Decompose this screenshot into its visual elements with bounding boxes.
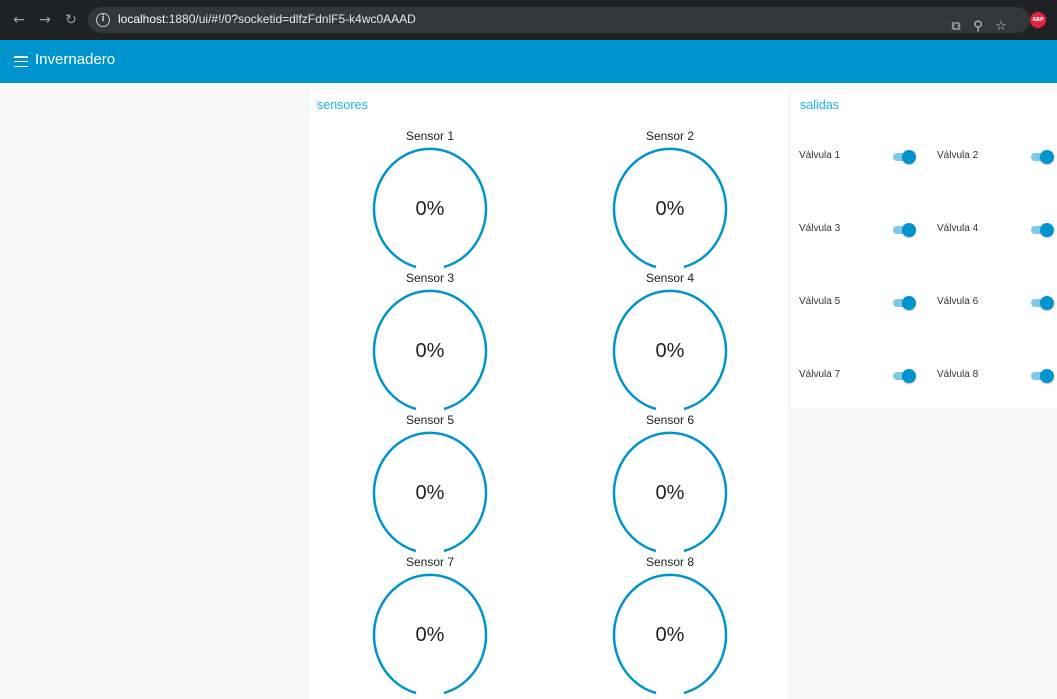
gauge-value: 0% [655,624,685,646]
gauge-value: 0% [415,198,445,220]
switch-valvula-4: Válvula 4 [937,220,1057,240]
gauge-label: Sensor 6 [645,413,695,427]
gauge-label: Sensor 1 [405,129,455,143]
salidas-group-title: salidas [800,98,839,112]
switch-label: Válvula 3 [799,223,841,234]
gauge-sensor-7: Sensor 7 0% [310,554,550,699]
site-info-icon[interactable]: i [96,13,110,27]
url-host: localhost [118,12,166,26]
gauge-label: Sensor 5 [405,413,455,427]
sensores-group-title: sensores [317,98,368,112]
toggle-switch[interactable] [1031,296,1055,310]
switch-label: Válvula 1 [799,150,841,161]
toggle-knob [902,296,916,310]
toggle-knob [1040,369,1054,383]
url-path: :1880/ui/#!/0?socketid=dlfzFdnlF5-k4wc0A… [165,12,416,26]
toggle-knob [1040,223,1054,237]
switch-label: Válvula 6 [937,296,979,307]
gauge-label: Sensor 4 [645,271,695,285]
toggle-knob [902,223,916,237]
gauge-value: 0% [415,340,445,362]
switch-label: Válvula 5 [799,296,841,307]
url-text[interactable]: localhost:1880/ui/#!/0?socketid=dlfzFdnl… [118,12,416,26]
gauge-sensor-3: Sensor 3 0% [310,270,550,415]
gauge-value: 0% [655,482,685,504]
hamburger-menu-icon[interactable] [14,56,28,68]
gauge-sensor-4: Sensor 4 0% [550,270,790,415]
salidas-group: salidas Válvula 1 Válvula 2 Válvula 3 Válvu… [791,90,1057,409]
toggle-switch[interactable] [893,296,917,310]
switch-valvula-8: Válvula 8 [937,366,1057,386]
switch-label: Válvula 7 [799,369,841,380]
adblock-extension-icon[interactable]: ABP [1030,12,1046,28]
browser-toolbar: ← → ↻ i localhost:1880/ui/#!/0?socketid=… [0,0,1057,40]
toggle-knob [1040,150,1054,164]
switch-valvula-5: Válvula 5 [799,293,919,313]
gauge-label: Sensor 3 [405,271,455,285]
gauge-value: 0% [415,624,445,646]
back-icon[interactable]: ← [10,10,28,30]
toggle-knob [1040,296,1054,310]
bookmark-star-icon[interactable]: ☆ [991,16,1011,38]
toggle-switch[interactable] [893,150,917,164]
switch-valvula-6: Válvula 6 [937,293,1057,313]
cast-icon[interactable]: ⧉ [946,16,966,38]
gauge-sensor-8: Sensor 8 0% [550,554,790,699]
switch-valvula-1: Válvula 1 [799,147,919,167]
gauge-value: 0% [415,482,445,504]
gauge-label: Sensor 8 [645,555,695,569]
switch-valvula-2: Válvula 2 [937,147,1057,167]
forward-icon[interactable]: → [36,10,54,30]
toggle-switch[interactable] [1031,223,1055,237]
gauge-sensor-2: Sensor 2 0% [550,128,790,273]
switch-label: Válvula 2 [937,150,979,161]
toggle-switch[interactable] [893,223,917,237]
gauge-sensor-6: Sensor 6 0% [550,412,790,557]
gauge-label: Sensor 2 [645,129,695,143]
reload-icon[interactable]: ↻ [62,10,80,30]
switch-label: Válvula 4 [937,223,979,234]
toggle-switch[interactable] [1031,150,1055,164]
gauge-sensor-5: Sensor 5 0% [310,412,550,557]
gauge-value: 0% [655,340,685,362]
switch-valvula-7: Válvula 7 [799,366,919,386]
switch-label: Válvula 8 [937,369,979,380]
toggle-knob [902,369,916,383]
gauge-sensor-1: Sensor 1 0% [310,128,550,273]
sensores-group: sensores Sensor 1 0% Sensor 2 0% Sensor 3 0% S… [310,90,788,699]
address-bar[interactable]: i localhost:1880/ui/#!/0?socketid=dlfzFd… [88,7,1030,34]
gauge-label: Sensor 7 [405,555,455,569]
toggle-knob [902,150,916,164]
switch-valvula-3: Válvula 3 [799,220,919,240]
zoom-icon[interactable]: ⚲ [968,16,988,38]
gauge-value: 0% [655,198,685,220]
toggle-switch[interactable] [1031,369,1055,383]
toggle-switch[interactable] [893,369,917,383]
page-title: Invernadero [35,51,116,68]
dashboard-header: Invernadero [0,40,1057,83]
